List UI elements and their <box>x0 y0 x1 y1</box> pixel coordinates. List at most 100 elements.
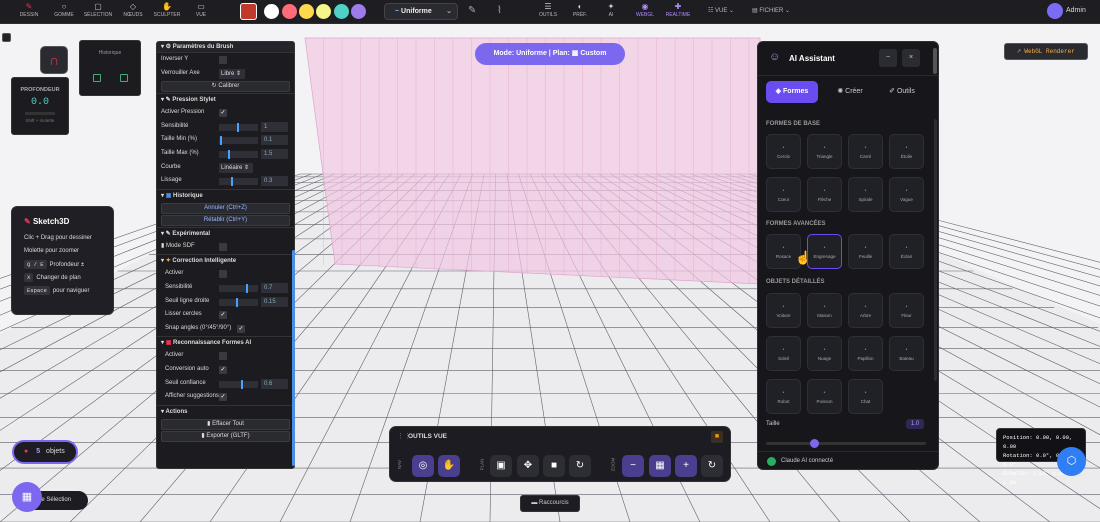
lock-toolbar-button[interactable]: ■ <box>711 431 723 443</box>
view-tool-button[interactable]: ✋ <box>438 455 460 477</box>
shape-card[interactable]: • Fleur <box>889 293 924 328</box>
brush-panel-header[interactable]: ▾ ⚙ Paramètres du Brush <box>157 42 294 53</box>
size-min-slider[interactable] <box>219 136 258 146</box>
section-pression[interactable]: ▾ ✎ Pression Stylet <box>157 93 294 106</box>
redo-mini-button[interactable] <box>120 74 128 82</box>
suggestions-checkbox[interactable]: ✓ <box>219 393 227 402</box>
shape-card[interactable]: • Nuage <box>807 336 842 371</box>
mode-pill[interactable]: Mode: Uniforme | Plan: ▦ Custom <box>475 43 625 65</box>
export-button[interactable]: ▮ Exporter (GLTF) <box>161 430 290 442</box>
size-slider-thumb[interactable] <box>810 439 819 448</box>
clear-all-button[interactable]: ▮ Effacer Tout <box>161 418 290 430</box>
objects-badge[interactable]: ● 5 objets <box>12 440 78 464</box>
shape-card[interactable]: • Triangle <box>807 134 842 169</box>
smooth-circles-checkbox[interactable]: ✓ <box>219 311 227 320</box>
tool-tools[interactable]: ☰ OUTILS <box>531 2 565 22</box>
brush-panel-scrollbar[interactable] <box>292 250 295 466</box>
fichier-menu[interactable]: ▤ FICHIER ⌄ <box>752 7 790 14</box>
sdf-checkbox[interactable] <box>219 242 227 251</box>
reco-enable-checkbox[interactable] <box>219 352 227 361</box>
view-tool-button[interactable]: ▣ <box>490 455 512 477</box>
shape-card[interactable]: • Spirale <box>848 177 883 212</box>
tool-node[interactable]: ◇ NŒUDS <box>116 2 150 22</box>
tool-webgl[interactable]: ◉ WEBGL <box>628 2 662 22</box>
tool-view[interactable]: ▭ VUE <box>184 2 218 22</box>
tool-ai[interactable]: ✦ AI <box>594 2 628 22</box>
snap-angles-checkbox[interactable]: ✓ <box>237 324 245 333</box>
size-max-slider[interactable] <box>219 149 258 159</box>
undo-button[interactable]: Annuler (Ctrl+Z) <box>161 202 290 214</box>
view-tool-button[interactable]: ◎ <box>412 455 434 477</box>
curve-select[interactable]: Linéaire ⇕ <box>219 162 253 173</box>
close-button[interactable]: × <box>902 49 920 67</box>
invert-y-checkbox[interactable] <box>219 56 227 64</box>
tool-pencil[interactable]: ✎ DESSIN <box>12 2 46 22</box>
pressure-enable-checkbox[interactable]: ✓ <box>219 109 227 118</box>
shape-card[interactable]: • Chat <box>848 379 883 414</box>
section-reco[interactable]: ▾ ▣ Reconnaissance Formes AI <box>157 336 294 349</box>
shape-card[interactable]: • Cercle <box>766 134 801 169</box>
size-min-value[interactable]: 0.1 <box>261 135 288 146</box>
shape-card[interactable]: • Bateau <box>889 336 924 371</box>
correction-sens-slider[interactable] <box>219 283 258 293</box>
shape-card[interactable]: • Étoile <box>889 134 924 169</box>
pressure-sens-slider[interactable] <box>219 122 258 132</box>
section-actions[interactable]: ▾ Actions <box>157 404 294 418</box>
tool-prefs[interactable]: ◐ PRÉF. <box>563 2 597 22</box>
confidence-slider[interactable] <box>219 379 258 389</box>
lock-axis-select[interactable]: Libre ⇕ <box>219 68 245 79</box>
tool-select[interactable]: ▢ SÉLECTION <box>81 2 115 22</box>
size-max-value[interactable]: 1.5 <box>261 148 288 159</box>
color-swatch[interactable] <box>351 4 366 19</box>
minimize-button[interactable]: − <box>879 49 897 67</box>
smoothing-slider[interactable] <box>219 177 258 187</box>
line-threshold-slider[interactable] <box>219 297 258 307</box>
tab-formes[interactable]: ◈ Formes <box>766 81 818 103</box>
color-swatch[interactable] <box>334 4 349 19</box>
tool-realtime[interactable]: ✚ REALTIME <box>661 2 695 22</box>
view-tool-button[interactable]: ■ <box>543 455 565 477</box>
shape-card[interactable]: • Robot <box>766 379 801 414</box>
view-tool-button[interactable]: ↻ <box>701 455 723 477</box>
view-tool-button[interactable]: ↻ <box>569 455 591 477</box>
color-swatch[interactable] <box>299 4 314 19</box>
view-tool-button[interactable]: ✥ <box>517 455 539 477</box>
line-threshold-value[interactable]: 0.15 <box>261 296 288 307</box>
user-avatar[interactable] <box>1047 3 1063 19</box>
undo-mini-button[interactable] <box>93 74 101 82</box>
sidebar-toggle[interactable] <box>2 33 11 42</box>
calibrate-button[interactable]: ↻ Calibrer <box>161 81 290 93</box>
grid-menu-button[interactable]: ▦ <box>12 482 42 512</box>
view-tool-button[interactable]: − <box>622 455 644 477</box>
color-swatch[interactable] <box>316 4 331 19</box>
tool-sculpt[interactable]: ✋ SCULPTER <box>150 2 184 22</box>
tab-outils[interactable]: ✐ Outils <box>876 81 928 103</box>
ai-scrollbar[interactable] <box>933 48 937 74</box>
shape-card[interactable]: • Arbre <box>848 293 883 328</box>
view-tool-button[interactable]: ▦ <box>649 455 671 477</box>
shape-card[interactable]: • Vague <box>889 177 924 212</box>
vue-menu[interactable]: ☷ VUE ⌄ <box>708 7 734 14</box>
brush-mode-select[interactable]: ~ Uniforme ⌄ <box>384 3 458 20</box>
shape-card[interactable]: • Papillon <box>848 336 883 371</box>
section-correction[interactable]: ▾ ✦ Correction Intelligente <box>157 254 294 267</box>
correction-enable-checkbox[interactable] <box>219 270 227 279</box>
brush-icon[interactable]: ⌇ <box>497 5 502 16</box>
pressure-sens-value[interactable]: 1 <box>261 121 288 132</box>
shape-card[interactable]: • Cœur <box>766 177 801 212</box>
ai-content-scrollbar[interactable] <box>934 119 937 381</box>
shape-card[interactable]: • Soleil <box>766 336 801 371</box>
depth-slider[interactable] <box>25 112 55 115</box>
shape-card[interactable]: • Voiture <box>766 293 801 328</box>
color-swatch[interactable] <box>282 4 297 19</box>
help-circle-button[interactable]: ⬡ <box>1057 447 1086 476</box>
size-slider[interactable] <box>766 439 926 448</box>
tab-créer[interactable]: ✺ Créer <box>824 81 876 103</box>
smoothing-value[interactable]: 0.3 <box>261 176 288 187</box>
confidence-value[interactable]: 0.6 <box>261 378 288 389</box>
shape-card[interactable]: • Carré <box>848 134 883 169</box>
auto-convert-checkbox[interactable]: ✓ <box>219 365 227 374</box>
color-swatch[interactable] <box>240 3 257 20</box>
shape-card[interactable]: • Poisson <box>807 379 842 414</box>
redo-button[interactable]: Rétablir (Ctrl+Y) <box>161 214 290 226</box>
